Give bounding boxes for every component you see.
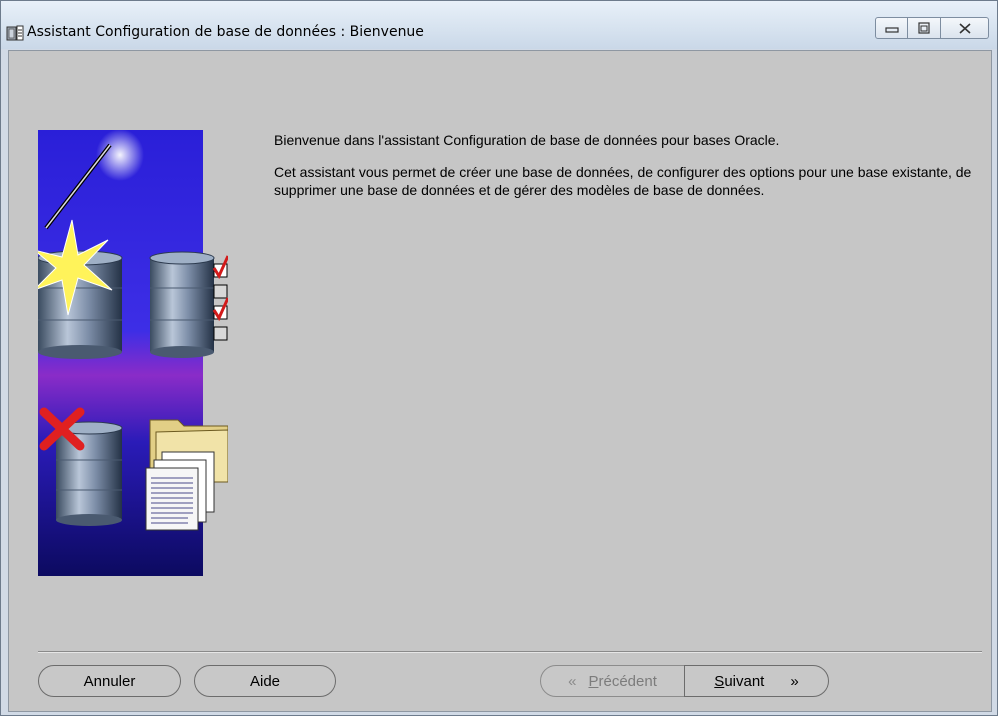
window-controls: [875, 17, 989, 41]
description-text: Cet assistant vous permet de créer une b…: [274, 164, 972, 198]
wizard-illustration: [38, 130, 228, 576]
cancel-button-label: Annuler: [83, 672, 136, 690]
wizard-window: Assistant Configuration de base de donné…: [0, 0, 998, 716]
button-separator: [38, 651, 982, 653]
welcome-text: Bienvenue dans l'assistant Configuration…: [274, 132, 780, 148]
database-app-icon: [6, 25, 24, 41]
minimize-button[interactable]: [875, 17, 908, 39]
wizard-client-area: Bienvenue dans l'assistant Configuration…: [8, 50, 992, 712]
back-button-label: récédent: [598, 672, 657, 690]
help-button-label: Aide: [249, 672, 281, 690]
title-bar[interactable]: Assistant Configuration de base de donné…: [1, 1, 997, 49]
maximize-button[interactable]: [908, 17, 941, 39]
minimize-icon: [884, 27, 899, 33]
next-button[interactable]: Suivant »: [684, 665, 829, 697]
back-button-mnemonic: P: [588, 672, 599, 690]
next-button-mnemonic: S: [714, 672, 725, 690]
help-button[interactable]: Aide: [194, 665, 336, 697]
chevron-right-icon: »: [790, 672, 799, 690]
window-title: Assistant Configuration de base de donné…: [27, 24, 424, 40]
close-icon: [958, 22, 971, 34]
navigation-buttons: « Précédent Suivant »: [540, 665, 829, 697]
cancel-button[interactable]: Annuler: [38, 665, 181, 697]
welcome-content: Bienvenue dans l'assistant Configuration…: [274, 131, 974, 213]
maximize-icon: [918, 22, 930, 34]
back-button[interactable]: « Précédent: [540, 665, 685, 697]
chevron-left-icon: «: [568, 672, 577, 690]
close-button[interactable]: [941, 17, 989, 39]
next-button-label: uivant: [724, 672, 765, 690]
